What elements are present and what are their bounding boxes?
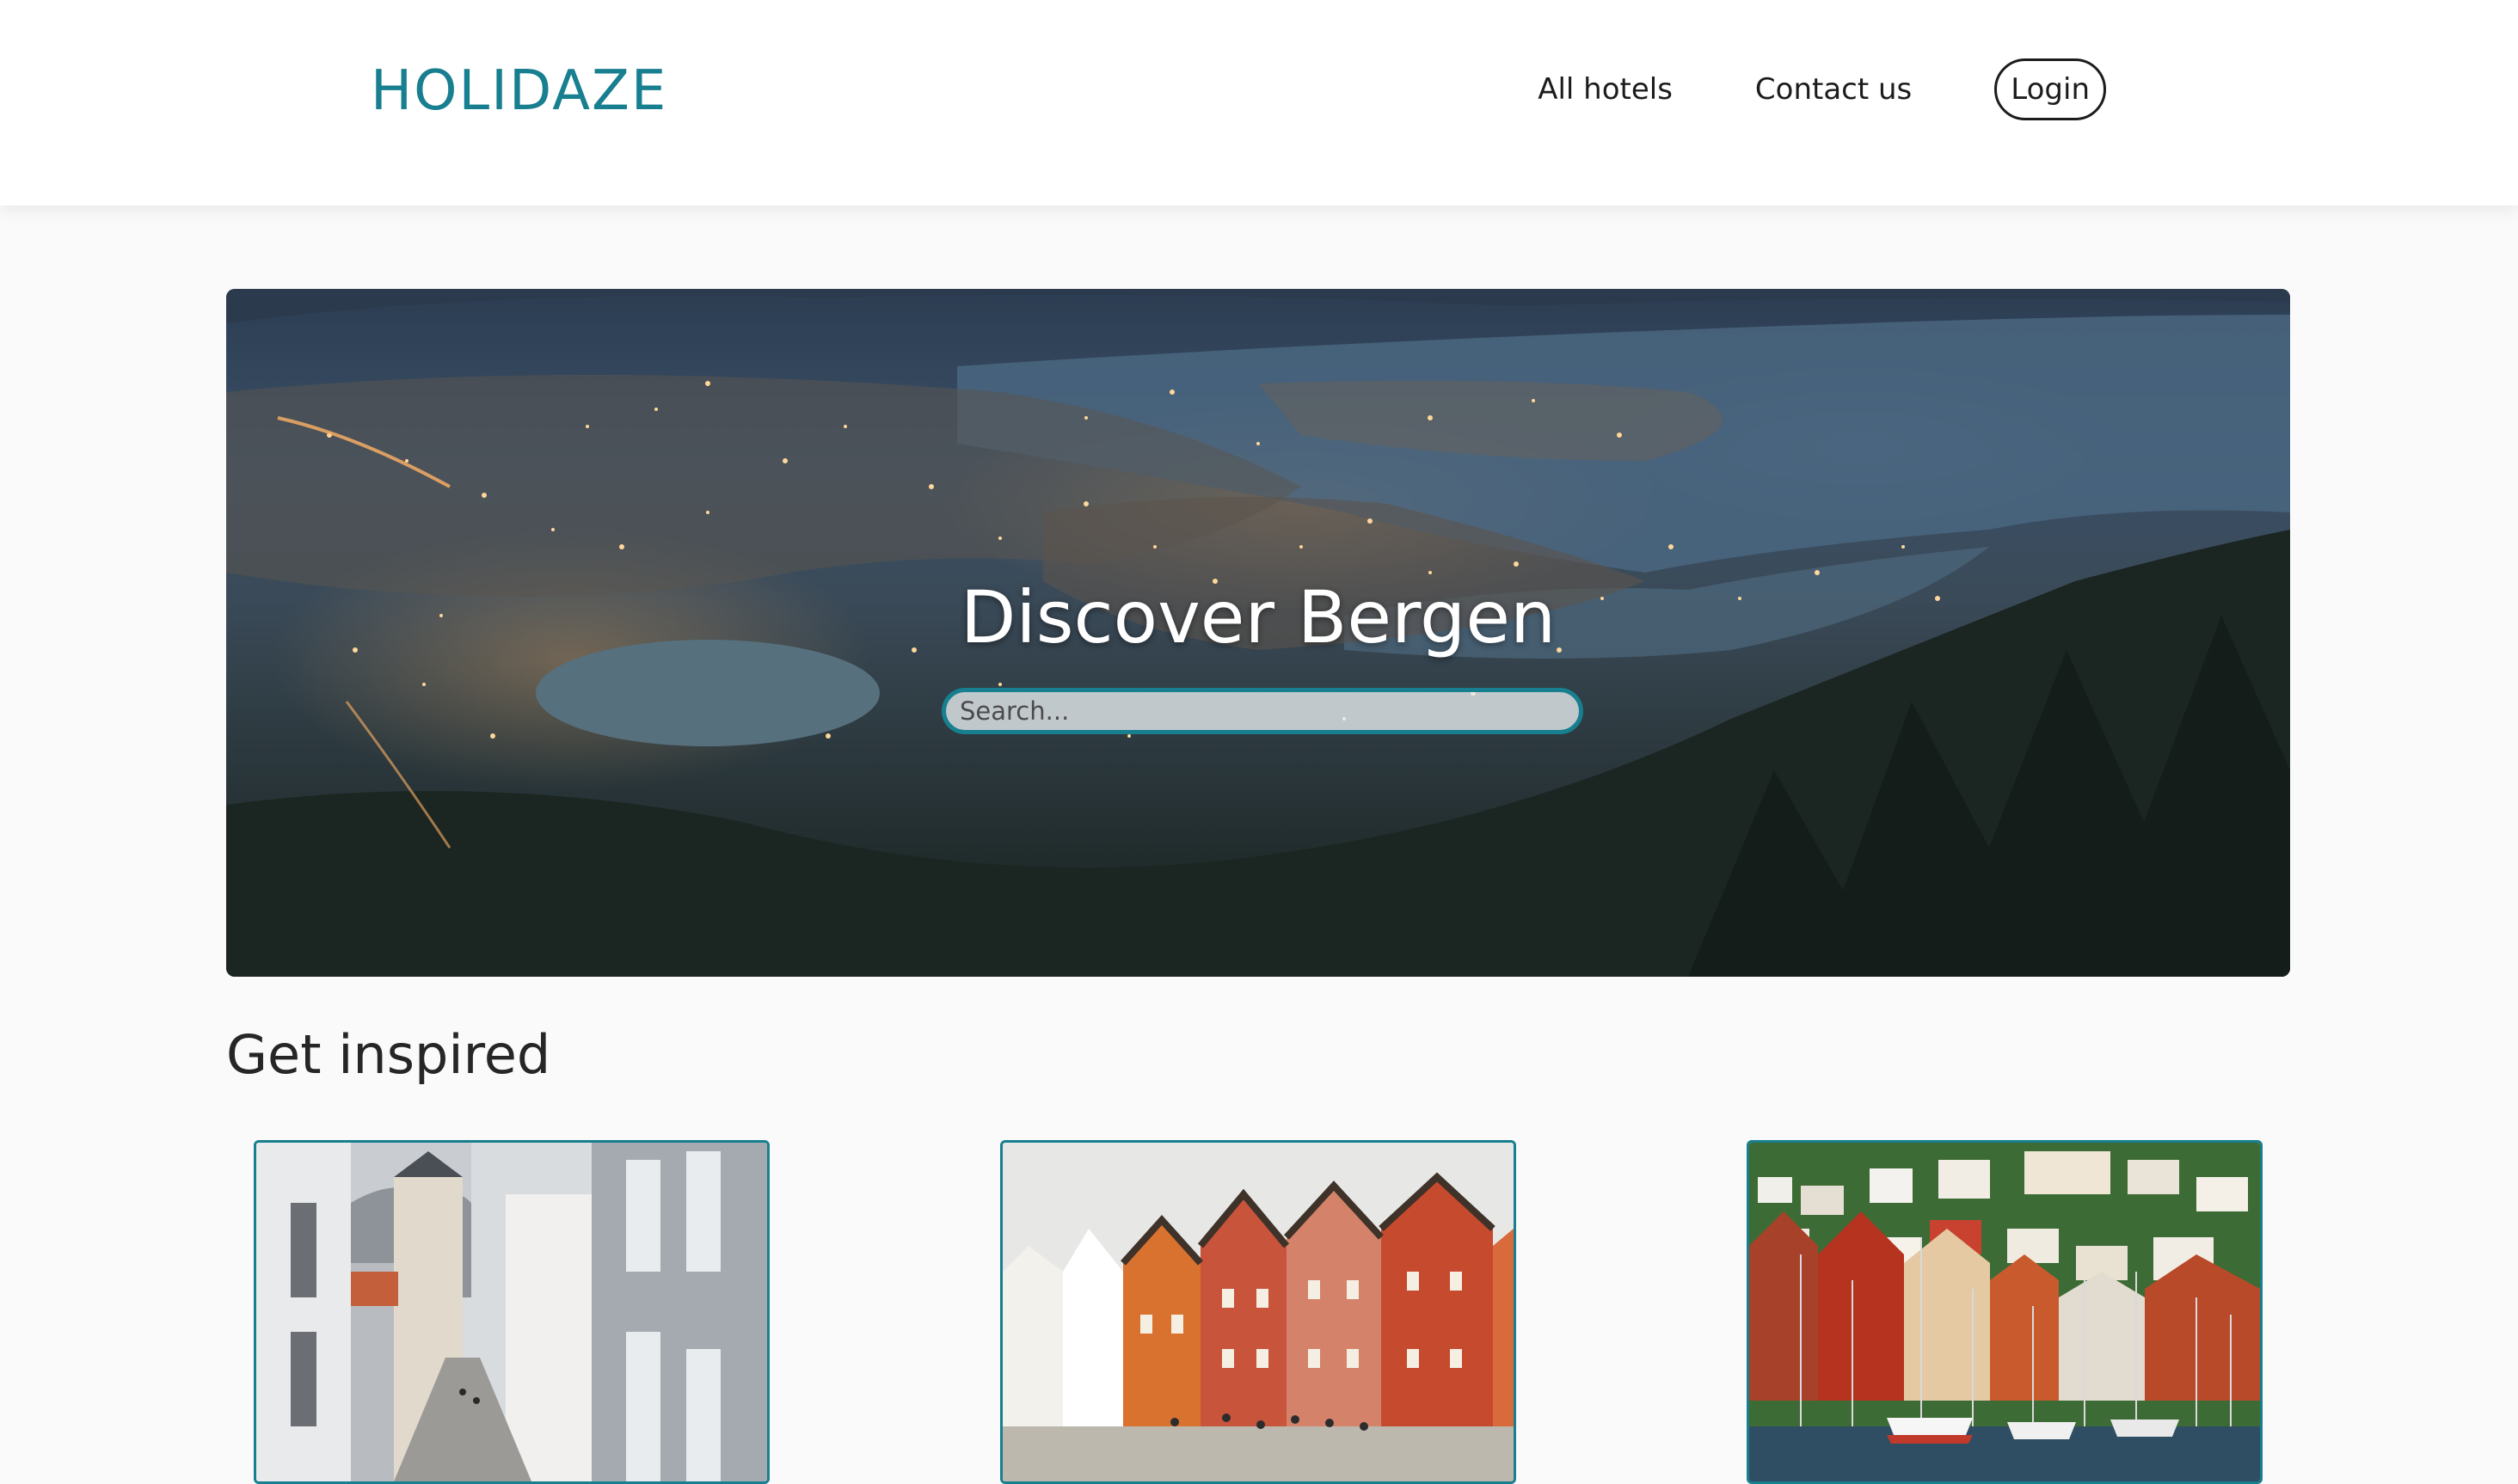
hero-title: Discover Bergen — [960, 575, 1557, 659]
nav-link-all-hotels[interactable]: All hotels — [1538, 75, 1673, 104]
harbor-photo — [1749, 1143, 2260, 1481]
inspiration-card-harbor[interactable] — [1747, 1140, 2263, 1484]
section-title: Get inspired — [226, 1023, 551, 1086]
street-photo — [256, 1143, 767, 1481]
nav-link-contact-us[interactable]: Contact us — [1755, 75, 1912, 104]
bryggen-photo — [1003, 1143, 1514, 1481]
site-header: HOLIDAZE All hotels Contact us Login — [0, 0, 2518, 205]
hero-banner: Discover Bergen — [226, 289, 2290, 977]
inspiration-card-bryggen[interactable] — [1000, 1140, 1516, 1484]
inspiration-card-street[interactable] — [254, 1140, 770, 1484]
logo[interactable]: HOLIDAZE — [371, 64, 667, 119]
main-nav: All hotels Contact us Login — [1538, 58, 2106, 120]
search-input[interactable] — [942, 688, 1583, 734]
login-button[interactable]: Login — [1994, 58, 2106, 120]
